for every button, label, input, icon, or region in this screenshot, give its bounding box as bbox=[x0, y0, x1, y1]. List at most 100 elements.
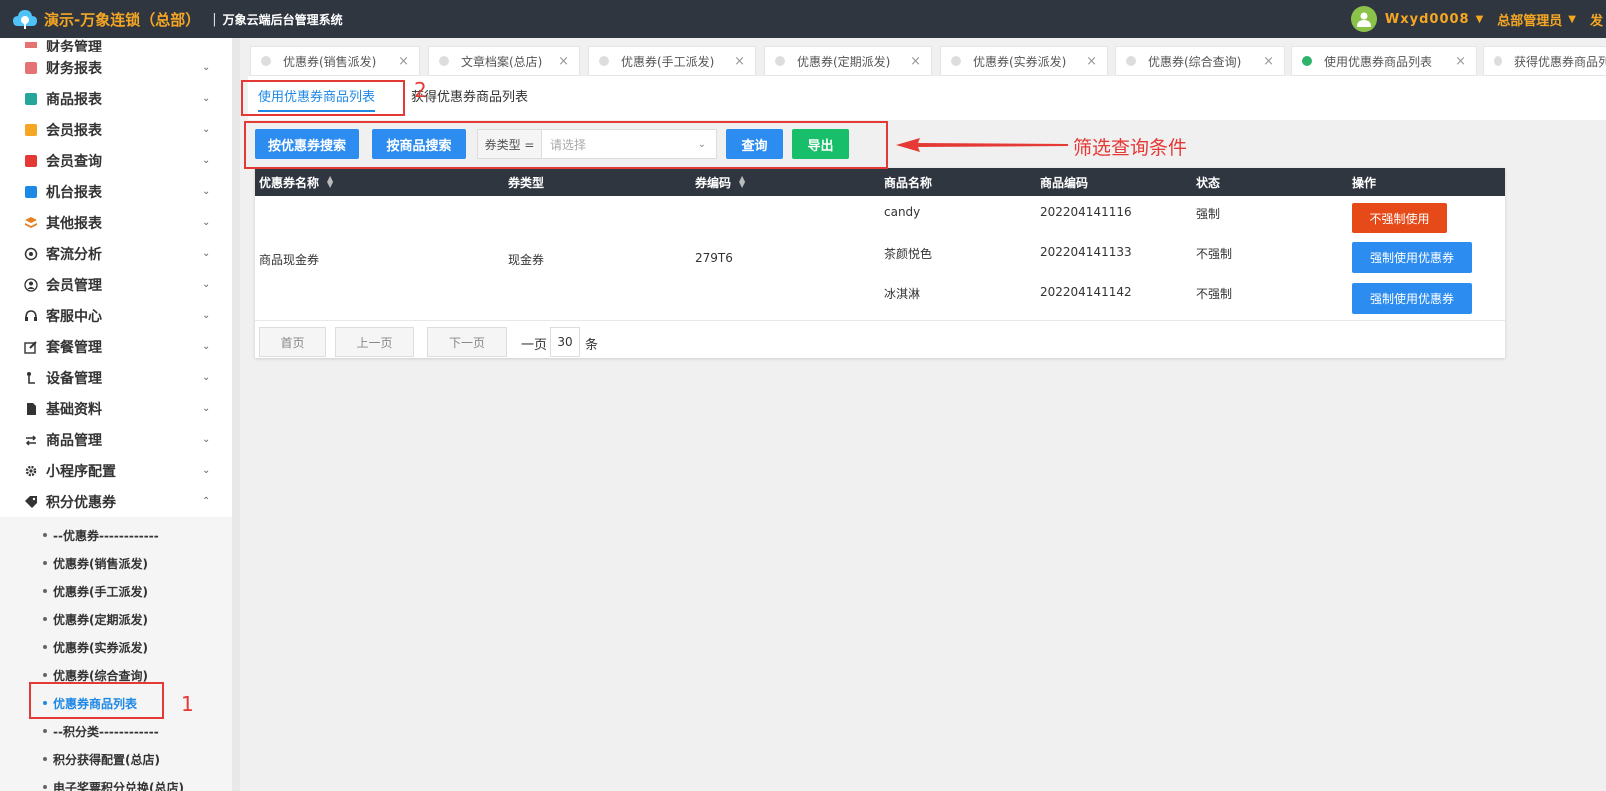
prev-page-button[interactable]: 上一页 bbox=[335, 327, 414, 357]
close-icon[interactable]: × bbox=[910, 54, 921, 69]
joystick-icon bbox=[24, 371, 38, 385]
chevron-down-icon: ⌄ bbox=[202, 155, 211, 166]
submenu-item[interactable]: 优惠券(手工派发) bbox=[0, 577, 240, 605]
headset-icon bbox=[24, 309, 38, 323]
username[interactable]: Wxyd0008 bbox=[1385, 12, 1470, 27]
next-page-button[interactable]: 下一页 bbox=[427, 327, 507, 357]
col-product-name: 商品名称 bbox=[884, 168, 932, 196]
sidebar-item-4[interactable]: 机台报表 ⌄ bbox=[0, 176, 240, 207]
close-icon[interactable]: × bbox=[398, 54, 409, 69]
bullet-icon bbox=[43, 589, 47, 593]
gear-icon bbox=[24, 464, 38, 478]
sidebar-item-9[interactable]: 套餐管理 ⌄ bbox=[0, 331, 240, 362]
sidebar-item-11[interactable]: 基础资料 ⌄ bbox=[0, 393, 240, 424]
tab-bar: 优惠券(销售派发) × 文章档案(总店) × 优惠券(手工派发) × 优惠券(定期派发) × 优… bbox=[248, 42, 1606, 76]
submenu-item[interactable]: 电子奖票积分兑换(总店) bbox=[0, 773, 240, 791]
chevron-down-icon: ⌄ bbox=[202, 372, 211, 383]
sort-icon[interactable]: ▲ ▼ bbox=[739, 175, 745, 189]
unforce-use-button[interactable]: 不强制使用 bbox=[1352, 203, 1447, 233]
col-label: 操作 bbox=[1352, 175, 1377, 190]
product-code-cell: 202204141116 bbox=[1040, 205, 1132, 219]
sort-icon[interactable]: ▲ ▼ bbox=[327, 175, 333, 189]
status-cell: 不强制 bbox=[1196, 247, 1233, 261]
per-page-unit: 条 bbox=[585, 338, 599, 353]
edit-icon bbox=[24, 340, 38, 354]
chevron-down-icon: ⌄ bbox=[202, 248, 211, 259]
sidebar-item-label: 机台报表 bbox=[46, 184, 102, 201]
sidebar-item-0[interactable]: 财务报表 ⌄ bbox=[0, 52, 240, 83]
submenu-item[interactable]: 优惠券(定期派发) bbox=[0, 605, 240, 633]
chevron-down-icon: ⌄ bbox=[202, 279, 211, 290]
role-name[interactable]: 总部管理员 bbox=[1497, 10, 1562, 29]
chevron-down-icon[interactable]: ▼ bbox=[1568, 14, 1576, 25]
product-name-cell: 茶颜悦色 bbox=[884, 247, 933, 261]
tag-icon bbox=[24, 495, 38, 509]
sidebar-item-label: 商品报表 bbox=[46, 91, 102, 108]
tab-7[interactable]: 获得优惠券商品列表 bbox=[1483, 46, 1606, 76]
submenu-item[interactable]: 优惠券(实券派发) bbox=[0, 633, 240, 661]
submenu-label: 优惠券(实券派发) bbox=[53, 640, 148, 655]
sidebar-item-2[interactable]: 会员报表 ⌄ bbox=[0, 114, 240, 145]
tab-label: 优惠券(手工派发) bbox=[621, 54, 715, 69]
tab-5[interactable]: 优惠券(综合查询) × bbox=[1115, 46, 1285, 76]
bullet-icon bbox=[43, 617, 47, 621]
sidebar-scrollbar[interactable] bbox=[232, 38, 240, 791]
tab-3[interactable]: 优惠券(定期派发) × bbox=[764, 46, 932, 76]
col-coupon-name[interactable]: 优惠券名称 ▲ ▼ bbox=[259, 168, 333, 196]
first-page-button[interactable]: 首页 bbox=[259, 327, 326, 357]
sidebar-item-finance-manage[interactable]: 财务管理 bbox=[0, 38, 240, 52]
submenu-label: 优惠券(综合查询) bbox=[53, 668, 148, 683]
submenu-label: 积分获得配置(总店) bbox=[53, 752, 160, 767]
close-icon[interactable]: × bbox=[1086, 54, 1097, 69]
sidebar-item-12[interactable]: 商品管理 ⌄ bbox=[0, 424, 240, 455]
sidebar-item-label: 会员查询 bbox=[46, 153, 102, 170]
sidebar-item-3[interactable]: 会员查询 ⌄ bbox=[0, 145, 240, 176]
header-extra-menu[interactable]: 发 bbox=[1590, 10, 1606, 29]
user-avatar-icon[interactable] bbox=[1350, 6, 1377, 32]
sidebar-item-14[interactable]: 积分优惠券 ⌃ bbox=[0, 486, 240, 517]
submenu-item[interactable]: 积分获得配置(总店) bbox=[0, 745, 240, 773]
tab-1[interactable]: 文章档案(总店) × bbox=[428, 46, 580, 76]
chevron-down-icon: ⌄ bbox=[202, 124, 211, 135]
sidebar-item-label: 客流分析 bbox=[46, 246, 102, 263]
subtab-get-coupon-products[interactable]: 获得优惠券商品列表 bbox=[411, 86, 528, 112]
submenu-divider: --积分类------------ bbox=[0, 717, 240, 745]
sidebar-item-label: 会员管理 bbox=[46, 277, 102, 294]
sidebar-item-13[interactable]: 小程序配置 ⌄ bbox=[0, 455, 240, 486]
chevron-down-icon[interactable]: ▼ bbox=[1476, 14, 1484, 25]
tab-0[interactable]: 优惠券(销售派发) × bbox=[250, 46, 420, 76]
sidebar-item-8[interactable]: 客服中心 ⌄ bbox=[0, 300, 240, 331]
close-icon[interactable]: × bbox=[1263, 54, 1274, 69]
chevron-down-icon: ⌄ bbox=[202, 310, 211, 321]
coupon-code-cell: 279T6 bbox=[695, 251, 733, 265]
finance-report-icon bbox=[24, 61, 38, 75]
sidebar-item-7[interactable]: 会员管理 ⌄ bbox=[0, 269, 240, 300]
submenu-label: 优惠券(定期派发) bbox=[53, 612, 148, 627]
sidebar-item-10[interactable]: 设备管理 ⌄ bbox=[0, 362, 240, 393]
force-use-coupon-button[interactable]: 强制使用优惠券 bbox=[1352, 283, 1472, 314]
col-coupon-code[interactable]: 券编码 ▲ ▼ bbox=[695, 168, 745, 196]
close-icon[interactable]: × bbox=[734, 54, 745, 69]
target-icon bbox=[24, 247, 38, 261]
close-icon[interactable]: × bbox=[1455, 54, 1466, 69]
sidebar-item-6[interactable]: 客流分析 ⌄ bbox=[0, 238, 240, 269]
sidebar-item-label: 基础资料 bbox=[46, 401, 102, 418]
tab-2[interactable]: 优惠券(手工派发) × bbox=[588, 46, 756, 76]
coupon-product-table: 优惠券名称 ▲ ▼ 券类型 券编码 ▲ ▼ 商品名称 商品编码 状态 操作 商品现金券 … bbox=[255, 168, 1505, 358]
chevron-down-icon: ⌄ bbox=[202, 341, 211, 352]
swap-icon bbox=[24, 433, 38, 447]
force-use-coupon-button[interactable]: 强制使用优惠券 bbox=[1352, 242, 1472, 273]
coupon-type-cell: 现金券 bbox=[508, 253, 545, 267]
per-page-input[interactable]: 30 bbox=[550, 327, 580, 357]
sidebar-item-5[interactable]: 其他报表 ⌄ bbox=[0, 207, 240, 238]
sidebar-item-1[interactable]: 商品报表 ⌄ bbox=[0, 83, 240, 114]
sidebar-item-label: 会员报表 bbox=[46, 122, 102, 139]
tab-4[interactable]: 优惠券(实券派发) × bbox=[940, 46, 1108, 76]
tab-6[interactable]: 使用优惠券商品列表 × bbox=[1291, 46, 1477, 76]
annotation-box-filter bbox=[244, 121, 888, 169]
submenu-item[interactable]: 优惠券(销售派发) bbox=[0, 549, 240, 577]
tab-status-dot bbox=[1494, 56, 1502, 66]
bullet-icon bbox=[43, 785, 47, 789]
layers-icon bbox=[24, 216, 38, 230]
close-icon[interactable]: × bbox=[558, 54, 569, 69]
